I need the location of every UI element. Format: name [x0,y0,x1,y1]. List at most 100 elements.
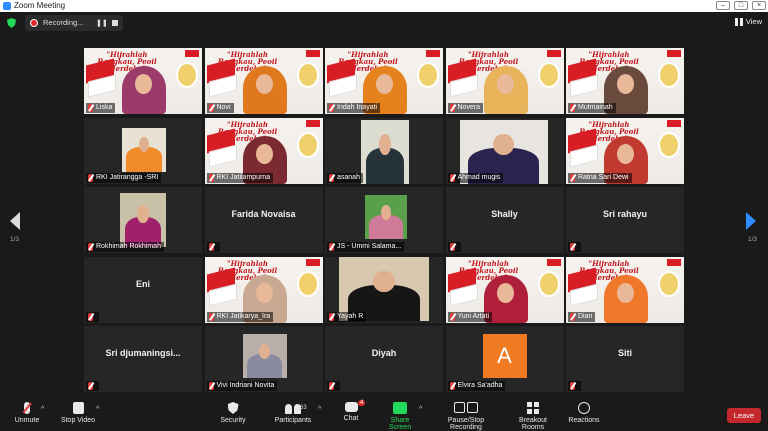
participant-name-caption [568,242,581,252]
title-bar: Zoom Meeting – □ × [0,0,768,12]
participant-name: Indah Inayati [337,104,378,111]
org-logo-icon [667,50,681,57]
video-tile[interactable]: "Hijrahlah Bangkau, Peoil Merdeka" Indah … [325,48,443,114]
participant-name-caption: RKI Jatikarya_Ira [206,311,274,322]
video-tile[interactable]: Ahmad mugis [445,117,564,184]
participants-count: 63 [300,405,307,411]
participant-name-caption: RKI Jatirangga -SRI [86,172,162,183]
participant-face [376,74,393,94]
participant-video [120,193,166,247]
participants-button[interactable]: Participants [272,402,314,424]
participant-name-caption: Liska [86,103,116,113]
video-tile[interactable]: Farida Novaisa [204,187,323,253]
window-controls: – □ × [716,1,766,10]
video-tile[interactable]: "Hijrahlah Bangkau, Peoil Merdeka" Dian [566,256,684,323]
video-tile[interactable]: JS - Ummi Salama... [325,187,443,253]
video-tile[interactable]: Shally [445,187,564,253]
muted-mic-icon [88,312,93,321]
participant-name-caption [447,242,461,252]
video-tile[interactable]: "Hijrahlah Bangkau, Peoil Merdeka" Novera [445,48,564,114]
participant-face [255,282,273,303]
participant-name: RKI Jatirangga -SRI [96,173,159,181]
leave-button[interactable]: Leave [727,408,761,423]
participant-face [137,204,149,224]
minimize-button[interactable]: – [716,1,730,10]
muted-mic-icon [570,104,575,112]
participant-name-center: Eni [135,278,150,289]
participant-name-caption [86,381,99,391]
org-logo-icon [305,50,320,57]
video-tile[interactable]: "Hijrahlah Bangkau, Peoil Merdeka" Mutmai… [566,48,684,114]
video-tile[interactable]: "Hijrahlah Bangkau, Peoil Merdeka" Liska [84,48,202,114]
unmute-button[interactable]: Unmute [12,402,42,424]
video-tile[interactable]: Vivi Indriani Novita [204,326,323,392]
encryption-shield-icon[interactable] [7,18,16,28]
video-tile[interactable]: A Elvira Sa'adha [445,326,564,392]
share-options-caret-icon[interactable]: ^ [419,406,422,413]
event-badge-icon [658,62,680,88]
security-label: Security [220,417,246,424]
video-tile[interactable]: Yayah R [325,256,443,323]
pause-recording-icon[interactable]: ❚❚ [96,19,108,27]
share-screen-button[interactable]: Share Screen [379,402,421,431]
close-button[interactable]: × [752,1,766,10]
next-page-arrow-icon[interactable] [746,212,756,230]
video-tile[interactable]: Rokhimah Rokhimah [84,187,202,253]
event-badge-icon [537,62,560,88]
audio-options-caret-icon[interactable]: ^ [41,406,44,413]
participant-name-center: Shally [491,209,518,219]
muted-mic-icon [88,104,93,112]
previous-page-arrow-icon[interactable] [10,212,20,230]
participant-face [496,282,514,303]
video-tile[interactable]: Siti [566,326,684,392]
security-button[interactable]: Security [216,402,250,424]
video-tile[interactable]: Eni [84,256,202,323]
muted-mic-icon [329,382,334,390]
breakout-rooms-button[interactable]: Breakout Rooms [507,402,559,431]
participant-name: Yayah R [337,312,364,320]
muted-mic-icon [570,312,575,321]
video-tile[interactable]: "Hijrahlah Bangkau, Peoil Merdeka" Yuni A… [445,256,564,323]
video-tile[interactable]: "Hijrahlah Bangkau, Peoil Merdeka" RKI Ja… [204,117,323,184]
video-tile[interactable]: Sri djumaningsi... [84,326,202,392]
participant-video [365,195,407,239]
recording-indicator: Recording... ❚❚ [25,15,123,31]
muted-mic-icon [570,173,575,182]
muted-mic-icon [329,173,334,182]
org-logo-icon [185,50,199,57]
participant-name-center: Sri djumaningsi... [105,348,181,358]
video-tile[interactable]: RKI Jatirangga -SRI [84,117,202,184]
participant-name-caption: JS - Ummi Salama... [327,242,405,252]
org-logo-icon [305,258,320,266]
maximize-button[interactable]: □ [734,1,748,10]
chat-unread-badge: 4 [358,400,366,406]
participant-face [617,74,634,94]
video-options-caret-icon[interactable]: ^ [96,406,99,413]
video-tile[interactable]: "Hijrahlah Bangkau, Peoil Merdeka" Ratna … [566,117,684,184]
participant-name-caption: Novi [206,103,234,113]
breakout-rooms-label: Breakout Rooms [518,417,548,431]
stop-video-button[interactable]: Stop Video [58,402,98,424]
participant-name: Yuni Artati [457,312,490,320]
participant-face [255,143,273,164]
participants-options-caret-icon[interactable]: ^ [318,406,321,413]
participant-name: Ratna Sari Dewi [578,173,629,181]
pause-stop-recording-button[interactable]: Pause/Stop Recording [432,402,500,431]
participant-name-caption: RKI Jatilampurna [206,172,274,183]
video-tile[interactable]: "Hijrahlah Bangkau, Peoil Merdeka" RKI Ja… [204,256,323,323]
event-badge-icon [537,270,560,297]
recording-label: Recording... [43,18,84,27]
muted-mic-icon [208,382,214,390]
reactions-button[interactable]: Reactions [568,402,600,424]
smiley-icon [578,402,590,414]
video-tile[interactable]: Sri rahayu [566,187,684,253]
view-button[interactable]: View [734,17,762,26]
video-tile[interactable]: asanah [325,117,443,184]
participant-name-caption [206,242,220,252]
participant-name-center: Farida Novaisa [231,209,296,219]
participant-video [242,334,287,378]
video-tile[interactable]: "Hijrahlah Bangkau, Peoil Merdeka" Novi [204,48,323,114]
stop-recording-icon[interactable] [112,20,118,26]
muted-mic-icon [449,243,455,251]
video-tile[interactable]: Diyah [325,326,443,392]
